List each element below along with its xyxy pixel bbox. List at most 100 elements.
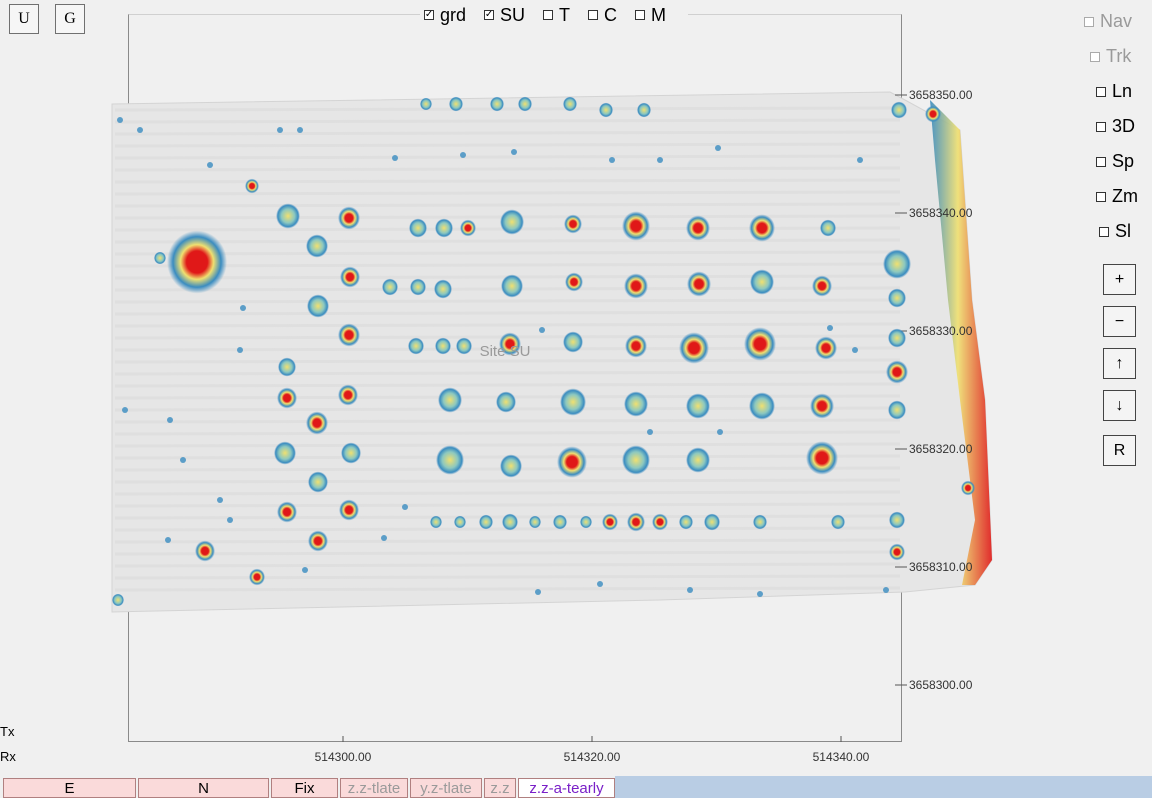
option-zm[interactable]: Zm [1096,186,1138,207]
anomaly-marker [306,234,328,258]
anomaly-marker [815,336,837,360]
grid-texture-line [114,190,901,196]
anomaly-dot [883,587,889,593]
grid-texture-line [114,478,901,484]
checkbox-sp[interactable] [1096,156,1106,167]
grid-texture-line [114,586,901,592]
anomaly-marker [686,393,710,419]
option-trk[interactable]: Trk [1090,46,1131,67]
grid-texture-line [114,418,901,424]
grid-texture-line [114,538,901,544]
anomaly-marker [430,515,442,529]
anomaly-dot [277,127,283,133]
checkbox-nav[interactable] [1084,16,1094,27]
layer-legend: ✓ grd ✓ SU T C M [420,3,689,27]
anomaly-marker [308,530,328,552]
anomaly-marker [820,219,836,237]
grid-texture-line [114,574,901,580]
checkbox-c[interactable] [588,10,599,20]
anomaly-dot [852,347,858,353]
anomaly-dot [237,347,243,353]
checkbox-grd[interactable]: ✓ [424,10,434,20]
checkbox-zm[interactable] [1096,191,1106,202]
anomaly-marker [563,331,583,353]
option-sl[interactable]: Sl [1099,221,1131,242]
anomaly-marker [652,513,668,531]
anomaly-marker [460,219,476,237]
anomaly-dot [647,429,653,435]
anomaly-dot [539,327,545,333]
anomaly-marker [500,209,524,235]
status-zz: z.z [484,778,516,798]
option-ln-label: Ln [1112,81,1133,101]
grid-texture-line [114,502,901,508]
anomaly-marker [679,514,693,530]
anomaly-dot [687,587,693,593]
anomaly-marker [625,334,647,358]
layer-t[interactable]: T [543,5,570,26]
layer-su[interactable]: ✓ SU [484,5,525,26]
anomaly-marker [456,337,472,355]
pan-down-button[interactable]: ↓ [1103,390,1136,421]
status-fix: Fix [271,778,338,798]
anomaly-marker [888,400,906,420]
anomaly-marker [490,96,504,112]
anomaly-marker [565,272,583,292]
anomaly-marker [496,391,516,413]
anomaly-marker [435,337,451,355]
status-zz-tlate: z.z-tlate [340,778,408,798]
anomaly-dot [180,457,186,463]
pan-up-button[interactable]: ↑ [1103,348,1136,379]
checkbox-su[interactable]: ✓ [484,10,495,20]
checkbox-t[interactable] [543,10,554,20]
zoom-in-button[interactable]: + [1103,264,1136,295]
anomaly-marker [961,480,975,496]
anomaly-marker [306,411,328,435]
option-sp[interactable]: Sp [1096,151,1134,172]
anomaly-marker [686,447,710,473]
anomaly-marker [560,388,586,416]
x-tick-label: 514300.00 [314,750,372,764]
anomaly-marker [307,294,329,318]
anomaly-dot [117,117,123,123]
checkbox-3d[interactable] [1096,121,1106,132]
anomaly-marker [622,211,650,241]
anomaly-marker [557,446,587,478]
anomaly-dot [827,325,833,331]
layer-grd[interactable]: ✓ grd [424,5,466,26]
option-nav[interactable]: Nav [1084,11,1132,32]
anomaly-marker [687,271,711,297]
zoom-out-button[interactable]: − [1103,306,1136,337]
anomaly-marker [704,513,720,531]
anomaly-dot [460,152,466,158]
checkbox-ln[interactable] [1096,86,1106,97]
grid-texture-line [114,178,901,184]
anomaly-dot [122,407,128,413]
option-3d[interactable]: 3D [1096,116,1135,137]
anomaly-marker [274,441,296,465]
checkbox-trk[interactable] [1090,51,1100,62]
option-ln[interactable]: Ln [1096,81,1132,102]
anomaly-marker [806,441,838,475]
anomaly-dot [715,145,721,151]
grid-texture-line [114,358,901,364]
anomaly-dot [240,305,246,311]
layer-m[interactable]: M [635,5,666,26]
anomaly-marker [501,274,523,298]
anomaly-marker [420,97,432,111]
checkbox-sl[interactable] [1099,226,1109,237]
anomaly-marker [891,101,907,119]
layer-su-label: SU [500,4,526,25]
anomaly-dot [535,589,541,595]
anomaly-marker [686,215,710,241]
y-tick-label: 3658350.00 [909,88,973,102]
grid-texture-line [114,250,901,256]
reset-view-button[interactable]: R [1103,435,1136,466]
anomaly-marker [338,323,360,347]
layer-c[interactable]: C [588,5,617,26]
checkbox-m[interactable] [635,10,646,20]
option-trk-label: Trk [1106,46,1132,66]
anomaly-marker [277,387,297,409]
layer-m-label: M [651,4,667,25]
grid-texture-line [114,166,901,172]
